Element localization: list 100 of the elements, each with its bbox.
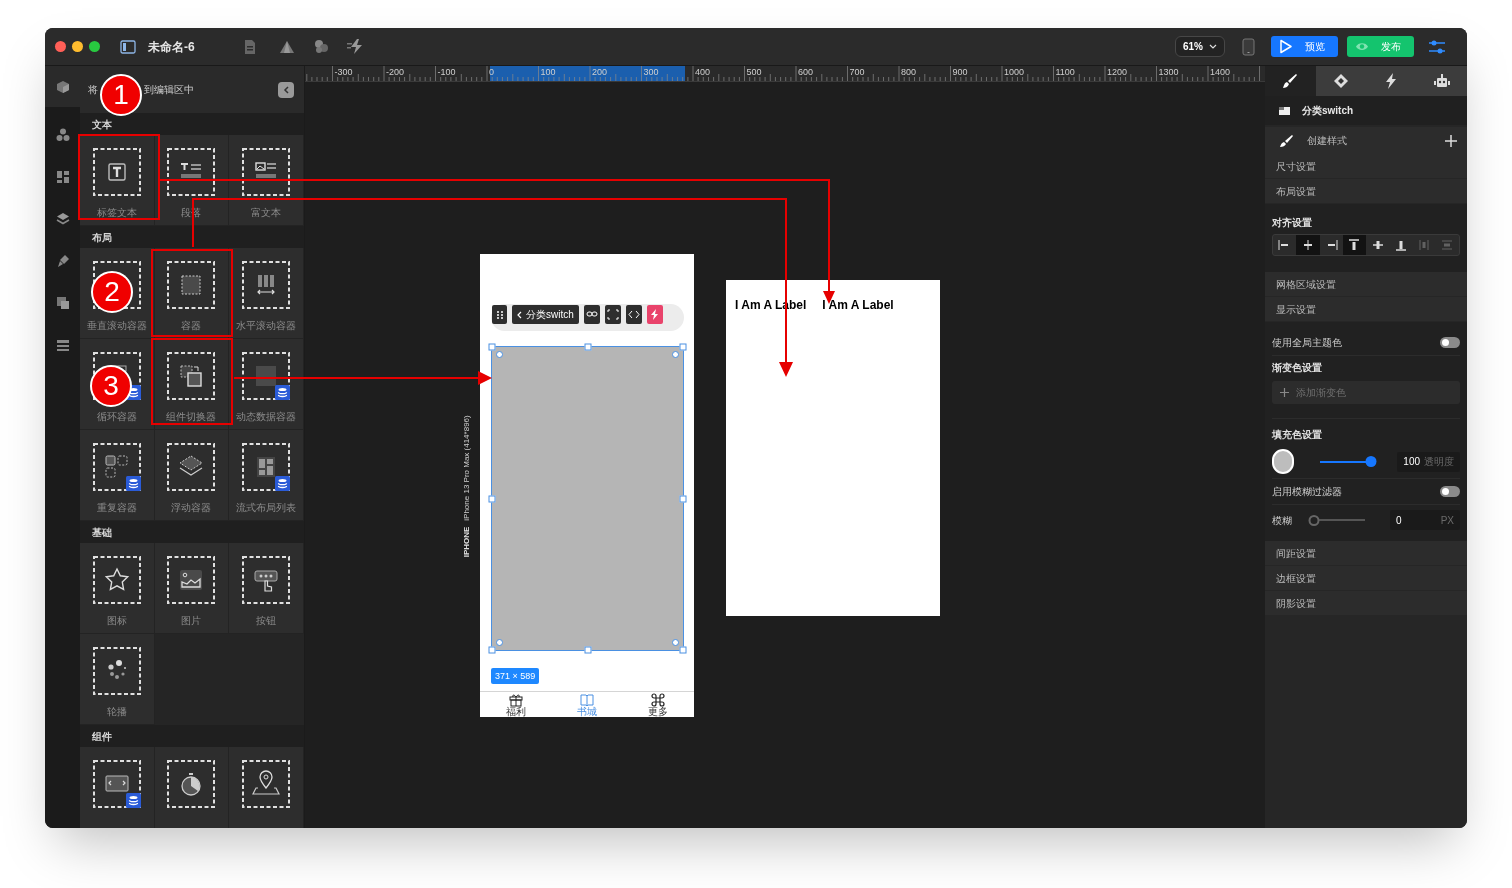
container-icon bbox=[167, 261, 216, 309]
number-field[interactable]: 0 PX bbox=[1390, 510, 1460, 530]
breadcrumb-button[interactable]: 分类switch bbox=[512, 305, 579, 324]
tab-item[interactable]: 更多 bbox=[633, 692, 684, 717]
resize-handle[interactable] bbox=[679, 343, 687, 351]
component-tile[interactable]: 标签文本 bbox=[80, 135, 155, 226]
settings-section[interactable]: 网格区域设置 bbox=[1265, 272, 1467, 297]
settings-section[interactable]: 尺寸设置 bbox=[1265, 154, 1467, 179]
zoom-button[interactable] bbox=[89, 41, 100, 52]
component-tile[interactable]: 动态数据容器 bbox=[229, 339, 304, 430]
collapse-button[interactable] bbox=[278, 81, 294, 98]
resize-handle[interactable] bbox=[488, 495, 496, 502]
device-label: iPhone 13 Pro Max (414*896) bbox=[461, 415, 472, 521]
align-button[interactable] bbox=[1342, 235, 1366, 255]
cube-icon[interactable] bbox=[55, 79, 70, 94]
minimize-button[interactable] bbox=[72, 41, 83, 52]
color-swatch[interactable] bbox=[1272, 449, 1295, 474]
radius-handle[interactable] bbox=[496, 639, 503, 646]
component-tile[interactable]: 图标 bbox=[80, 543, 155, 634]
overlap-squares-icon[interactable] bbox=[55, 296, 70, 310]
resize-handle[interactable] bbox=[679, 646, 687, 654]
fullscreen-button[interactable] bbox=[604, 305, 621, 324]
settings-section[interactable]: 间距设置 bbox=[1265, 541, 1467, 566]
document-icon[interactable] bbox=[242, 38, 257, 55]
section-title: 组件 bbox=[80, 725, 304, 747]
tab-item[interactable]: 福利 bbox=[490, 692, 541, 717]
square-icon bbox=[242, 352, 291, 400]
layers-icon[interactable] bbox=[55, 212, 70, 226]
text-label: I Am A Label bbox=[822, 297, 894, 314]
component-tile[interactable] bbox=[154, 747, 230, 828]
tile-label: 按钮 bbox=[256, 614, 277, 628]
component-tile[interactable] bbox=[229, 747, 304, 828]
component-tile[interactable]: 按钮 bbox=[229, 543, 304, 634]
map-pin-icon bbox=[242, 760, 291, 808]
radius-handle[interactable] bbox=[672, 351, 679, 358]
slides-icon bbox=[92, 760, 141, 808]
play-icon bbox=[1279, 39, 1293, 54]
blocks-icon[interactable] bbox=[55, 170, 70, 184]
align-button[interactable] bbox=[1296, 235, 1320, 255]
radius-handle[interactable] bbox=[496, 351, 503, 358]
resize-handle[interactable] bbox=[488, 646, 496, 654]
component-tile[interactable]: 富文本 bbox=[229, 135, 304, 226]
slider-thumb[interactable] bbox=[1365, 456, 1377, 467]
tile-label: 轮播 bbox=[106, 705, 127, 719]
align-vdist-icon bbox=[1440, 238, 1455, 252]
ruler-label: -300 bbox=[334, 67, 353, 77]
document-title: 未命名-6 bbox=[148, 38, 195, 56]
toggle-switch[interactable] bbox=[1440, 486, 1460, 497]
resize-handle[interactable] bbox=[488, 343, 496, 351]
preview-button[interactable]: 预览 bbox=[1271, 36, 1338, 57]
ruler-label: -200 bbox=[386, 67, 404, 77]
component-tile[interactable]: 图片 bbox=[154, 543, 230, 634]
resize-handle[interactable] bbox=[679, 495, 687, 502]
code-button[interactable] bbox=[625, 305, 642, 324]
tab-item[interactable]: 书城 bbox=[562, 692, 612, 717]
brush-icon bbox=[1279, 133, 1293, 148]
inspector-tab[interactable] bbox=[1315, 66, 1366, 96]
circles-icon[interactable] bbox=[313, 39, 329, 54]
resize-handle[interactable] bbox=[584, 646, 591, 654]
number-field[interactable]: 100 透明度 bbox=[1397, 451, 1460, 472]
sidebar-toggle-icon[interactable] bbox=[120, 39, 136, 54]
lightning-icon[interactable] bbox=[346, 38, 364, 55]
component-tile[interactable]: 轮播 bbox=[80, 634, 155, 725]
settings-section[interactable]: 显示设置 bbox=[1265, 297, 1467, 322]
inspector-tab[interactable] bbox=[1416, 66, 1467, 96]
component-tile[interactable]: 重复容器 bbox=[80, 430, 155, 521]
resize-handle[interactable] bbox=[584, 343, 591, 351]
publish-button[interactable]: 发布 bbox=[1347, 36, 1414, 57]
settings-section[interactable]: 阴影设置 bbox=[1265, 591, 1467, 616]
cubes-icon[interactable] bbox=[55, 128, 70, 142]
close-button[interactable] bbox=[55, 41, 66, 52]
setting-label: 使用全局主题色 bbox=[1272, 336, 1342, 350]
component-tile[interactable]: 浮动容器 bbox=[154, 430, 230, 521]
code-icon bbox=[627, 309, 640, 320]
triangle-icon[interactable] bbox=[279, 39, 294, 54]
field-value: 0 bbox=[1396, 513, 1402, 528]
settings-section[interactable]: 边框设置 bbox=[1265, 566, 1467, 591]
phone-icon[interactable] bbox=[1242, 37, 1255, 56]
drag-handle[interactable] bbox=[492, 305, 507, 324]
component-name: 分类switch bbox=[1302, 104, 1354, 118]
component-tile[interactable]: 容器 bbox=[154, 248, 230, 339]
radius-handle[interactable] bbox=[672, 639, 679, 646]
tile-label: 重复容器 bbox=[96, 501, 137, 515]
settings-section[interactable]: 布局设置 bbox=[1265, 179, 1467, 204]
slider-thumb[interactable] bbox=[1308, 514, 1320, 526]
component-tile[interactable]: 流式布局列表 bbox=[229, 430, 304, 521]
columns-icon bbox=[242, 261, 291, 309]
component-tile[interactable] bbox=[80, 747, 155, 828]
zoom-select[interactable]: 61% bbox=[1175, 36, 1225, 57]
hammer-icon[interactable] bbox=[55, 254, 70, 268]
component-tile[interactable]: 水平滚动容器 bbox=[229, 248, 304, 339]
list-icon[interactable] bbox=[55, 338, 70, 352]
lightning-button[interactable] bbox=[646, 305, 663, 324]
tile-label: 流式布局列表 bbox=[236, 501, 297, 515]
component-tile[interactable]: 组件切换器 bbox=[154, 339, 230, 430]
link-button[interactable] bbox=[583, 305, 600, 324]
inspector-tab[interactable] bbox=[1265, 66, 1316, 96]
add-button[interactable] bbox=[1445, 134, 1457, 147]
toggle-switch[interactable] bbox=[1440, 337, 1460, 348]
tile-label: 水平滚动容器 bbox=[236, 319, 297, 333]
